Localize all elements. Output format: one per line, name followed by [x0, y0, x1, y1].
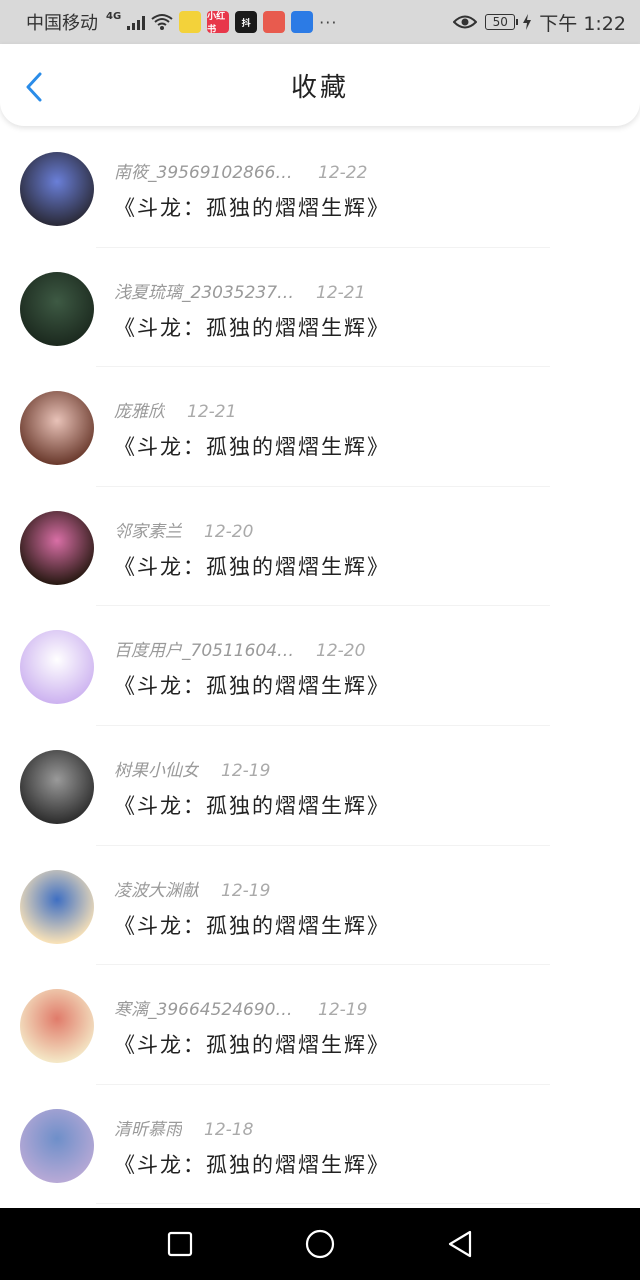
- avatar[interactable]: [20, 391, 94, 466]
- item-meta: 浅夏琉璃_23035237… 12-21: [114, 278, 365, 303]
- carrier-label: 中国移动: [26, 13, 98, 34]
- item-date: 12-18: [204, 1119, 254, 1140]
- user-name[interactable]: 百度用户_70511604…: [114, 636, 294, 661]
- user-name[interactable]: 庞雅欣: [114, 397, 165, 422]
- user-name[interactable]: 凌波大渊献: [114, 876, 199, 901]
- avatar[interactable]: [20, 630, 94, 705]
- tiktok-app-icon: 抖: [235, 11, 258, 33]
- user-name[interactable]: 寒漓_396645246900…: [114, 995, 296, 1020]
- avatar[interactable]: [20, 271, 94, 346]
- feishu-app-icon: [291, 11, 314, 33]
- status-right: 50 下午 1:22: [453, 9, 626, 36]
- favorite-title[interactable]: 《斗龙：孤独的熠熠生辉》: [114, 670, 390, 700]
- item-meta: 树果小仙女 12-19: [114, 756, 270, 781]
- item-date: 12-21: [187, 402, 237, 423]
- avatar[interactable]: [20, 749, 94, 824]
- wifi-icon: [151, 14, 173, 30]
- user-name[interactable]: 邻家素兰: [114, 517, 182, 542]
- list-item[interactable]: 清昕慕雨 12-18 《斗龙：孤独的熠熠生辉》: [0, 1085, 640, 1205]
- list-item[interactable]: 百度用户_70511604… 12-20 《斗龙：孤独的熠熠生辉》: [0, 606, 640, 726]
- charging-icon: [523, 14, 532, 30]
- eye-comfort-icon: [453, 15, 478, 29]
- battery-icon: 50: [485, 14, 519, 30]
- favorites-list: 南筱_395691028666… 12-22 《斗龙：孤独的熠熠生辉》 浅夏琉璃_23…: [0, 128, 640, 1205]
- item-meta: 庞雅欣 12-21: [114, 397, 236, 422]
- item-meta: 寒漓_396645246900… 12-19: [114, 995, 367, 1020]
- favorite-title[interactable]: 《斗龙：孤独的熠熠生辉》: [114, 1029, 390, 1059]
- notification-app-icons: 小红书抖: [179, 11, 314, 35]
- favorite-title[interactable]: 《斗龙：孤独的熠熠生辉》: [114, 790, 390, 820]
- signal-icon: [127, 14, 146, 30]
- item-meta: 凌波大渊献 12-19: [114, 876, 270, 901]
- list-item[interactable]: 庞雅欣 12-21 《斗龙：孤独的熠熠生辉》: [0, 367, 640, 487]
- user-name[interactable]: 树果小仙女: [114, 756, 199, 781]
- xiaohongshu-app-icon: 小红书: [207, 11, 230, 35]
- avatar[interactable]: [20, 989, 94, 1064]
- avatar[interactable]: [20, 152, 94, 226]
- favorite-title[interactable]: 《斗龙：孤独的熠熠生辉》: [114, 1149, 390, 1179]
- avatar[interactable]: [20, 869, 94, 944]
- user-name[interactable]: 南筱_395691028666…: [114, 158, 296, 183]
- list-item[interactable]: 凌波大渊献 12-19 《斗龙：孤独的熠熠生辉》: [0, 846, 640, 966]
- favorite-title[interactable]: 《斗龙：孤独的熠熠生辉》: [114, 551, 390, 581]
- item-date: 12-20: [204, 521, 254, 542]
- item-date: 12-22: [318, 163, 368, 183]
- gift-app-icon: [263, 11, 286, 33]
- item-date: 12-19: [318, 1000, 368, 1021]
- network-type: 4G: [106, 10, 122, 22]
- favorite-title[interactable]: 《斗龙：孤独的熠熠生辉》: [114, 192, 390, 222]
- item-date: 12-20: [316, 641, 366, 662]
- item-meta: 百度用户_70511604… 12-20: [114, 636, 365, 661]
- battery-level: 50: [492, 15, 508, 29]
- duck-app-icon: [179, 11, 202, 33]
- favorite-title[interactable]: 《斗龙：孤独的熠熠生辉》: [114, 431, 390, 461]
- divider: [96, 128, 550, 129]
- more-notifications-icon: ···: [319, 12, 338, 32]
- item-date: 12-19: [221, 760, 271, 781]
- item-meta: 清昕慕雨 12-18: [114, 1115, 253, 1140]
- home-button[interactable]: [305, 1229, 335, 1259]
- triangle-back-icon: [448, 1230, 472, 1258]
- list-item[interactable]: 寒漓_396645246900… 12-19 《斗龙：孤独的熠熠生辉》: [0, 965, 640, 1085]
- divider: [96, 1203, 550, 1205]
- list-item[interactable]: 浅夏琉璃_23035237… 12-21 《斗龙：孤独的熠熠生辉》: [0, 248, 640, 368]
- avatar[interactable]: [20, 1108, 94, 1183]
- list-item[interactable]: 树果小仙女 12-19 《斗龙：孤独的熠熠生辉》: [0, 726, 640, 846]
- circle-icon: [305, 1229, 335, 1259]
- favorite-title[interactable]: 《斗龙：孤独的熠熠生辉》: [114, 910, 390, 940]
- item-meta: 南筱_395691028666… 12-22: [114, 158, 367, 183]
- clock: 下午 1:22: [539, 12, 626, 35]
- status-bar: 中国移动 4G 小红书抖 ··· 50 下午 1:22: [0, 0, 640, 44]
- item-meta: 邻家素兰 12-20: [114, 517, 253, 542]
- user-name[interactable]: 清昕慕雨: [114, 1115, 182, 1140]
- back-button[interactable]: [20, 70, 50, 104]
- recent-apps-button[interactable]: [165, 1229, 195, 1259]
- page-title: 收藏: [290, 72, 349, 103]
- square-icon: [167, 1231, 193, 1257]
- system-back-button[interactable]: [445, 1229, 475, 1259]
- item-date: 12-19: [221, 880, 271, 901]
- top-app-bar: 收藏: [0, 44, 640, 126]
- chevron-left-icon: [26, 72, 42, 102]
- avatar[interactable]: [20, 510, 94, 585]
- item-date: 12-21: [316, 282, 366, 303]
- status-left: 中国移动 4G 小红书抖 ···: [26, 9, 338, 36]
- favorite-title[interactable]: 《斗龙：孤独的熠熠生辉》: [114, 312, 390, 342]
- list-item[interactable]: 邻家素兰 12-20 《斗龙：孤独的熠熠生辉》: [0, 487, 640, 607]
- list-item[interactable]: 南筱_395691028666… 12-22 《斗龙：孤独的熠熠生辉》: [0, 128, 640, 248]
- user-name[interactable]: 浅夏琉璃_23035237…: [114, 278, 294, 303]
- system-nav-bar: [0, 1208, 640, 1280]
